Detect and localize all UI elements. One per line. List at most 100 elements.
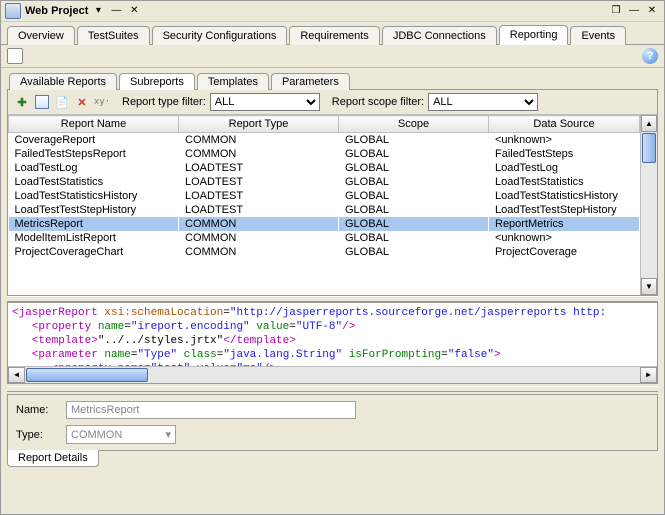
cell-ds: LoadTestLog	[489, 161, 640, 175]
toolbar: ?	[1, 45, 664, 68]
tab-reporting[interactable]: Reporting	[499, 25, 569, 45]
scroll-right-icon[interactable]: ▶	[640, 367, 657, 383]
cell-scope: GLOBAL	[339, 245, 489, 259]
xml-pane: <jasperReport xsi:schemaLocation="http:/…	[7, 302, 658, 384]
cell-type: COMMON	[179, 133, 339, 148]
table-row[interactable]: LoadTestLogLOADTESTGLOBALLoadTestLog	[9, 161, 640, 175]
tab-requirements[interactable]: Requirements	[289, 26, 379, 45]
scope-filter-select[interactable]: ALL	[428, 93, 538, 111]
type-label: Type:	[16, 429, 66, 441]
window-title: Web Project	[25, 5, 88, 17]
scroll-thumb[interactable]	[642, 133, 656, 163]
table-row[interactable]: LoadTestTestStepHistoryLOADTESTGLOBALLoa…	[9, 203, 640, 217]
cell-type: COMMON	[179, 231, 339, 245]
table-row[interactable]: ProjectCoverageChartCOMMONGLOBALProjectC…	[9, 245, 640, 259]
cell-ds: FailedTestSteps	[489, 147, 640, 161]
restore-button[interactable]: ❐	[608, 3, 624, 19]
cell-ds: ReportMetrics	[489, 217, 640, 231]
delete-icon[interactable]: ✕	[74, 94, 90, 110]
cell-ds: LoadTestStatisticsHistory	[489, 189, 640, 203]
table-row[interactable]: LoadTestStatisticsHistoryLOADTESTGLOBALL…	[9, 189, 640, 203]
xml-content[interactable]: <jasperReport xsi:schemaLocation="http:/…	[8, 303, 657, 366]
scroll-down-icon[interactable]: ▼	[641, 278, 657, 295]
copy-icon[interactable]: 📄	[54, 94, 70, 110]
cell-type: LOADTEST	[179, 189, 339, 203]
dropdown-icon[interactable]: ▾	[90, 3, 106, 19]
tab-events[interactable]: Events	[570, 26, 626, 45]
type-filter-select[interactable]: ALL	[210, 93, 320, 111]
tab-report-details[interactable]: Report Details	[7, 450, 99, 467]
cell-ds: LoadTestStatistics	[489, 175, 640, 189]
subreports-panel: ✚ 📄 ✕ xy· Report type filter: ALL Report…	[7, 89, 658, 296]
cell-scope: GLOBAL	[339, 203, 489, 217]
cell-scope: GLOBAL	[339, 161, 489, 175]
minimize-button[interactable]: —	[626, 3, 642, 19]
col-type[interactable]: Report Type	[179, 116, 339, 133]
table-wrap: Report Name Report Type Scope Data Sourc…	[8, 115, 657, 295]
cell-name: CoverageReport	[9, 133, 179, 148]
detail-form: Name: Type: COMMON▾	[7, 394, 658, 451]
scroll-left-icon[interactable]: ◀	[8, 367, 25, 383]
add-icon[interactable]: ✚	[14, 94, 30, 110]
reports-table: Report Name Report Type Scope Data Sourc…	[8, 115, 640, 259]
cell-ds: <unknown>	[489, 133, 640, 148]
tab-security[interactable]: Security Configurations	[152, 26, 288, 45]
table-row[interactable]: ModelItemListReportCOMMONGLOBAL<unknown>	[9, 231, 640, 245]
cell-scope: GLOBAL	[339, 147, 489, 161]
chevron-down-icon: ▾	[165, 428, 171, 441]
cell-ds: ProjectCoverage	[489, 245, 640, 259]
vertical-scrollbar[interactable]: ▲ ▼	[640, 115, 657, 295]
tab-overview[interactable]: Overview	[7, 26, 75, 45]
cell-scope: GLOBAL	[339, 133, 489, 148]
cell-type: COMMON	[179, 245, 339, 259]
bottom-tabs: Report Details	[1, 451, 664, 472]
table-row[interactable]: LoadTestStatisticsLOADTESTGLOBALLoadTest…	[9, 175, 640, 189]
cell-name: LoadTestTestStepHistory	[9, 203, 179, 217]
duplicate-icon[interactable]	[34, 94, 50, 110]
subtab-subreports[interactable]: Subreports	[119, 73, 195, 90]
cell-scope: GLOBAL	[339, 217, 489, 231]
name-label: Name:	[16, 404, 66, 416]
cell-name: MetricsReport	[9, 217, 179, 231]
cell-type: LOADTEST	[179, 161, 339, 175]
scroll-up-icon[interactable]: ▲	[641, 115, 657, 132]
cell-name: LoadTestStatisticsHistory	[9, 189, 179, 203]
cell-type: LOADTEST	[179, 175, 339, 189]
window: Web Project ▾ — ✕ ❐ — ✕ Overview TestSui…	[0, 0, 665, 515]
subtab-available[interactable]: Available Reports	[9, 73, 117, 90]
tab-testsuites[interactable]: TestSuites	[77, 26, 150, 45]
filterbar: ✚ 📄 ✕ xy· Report type filter: ALL Report…	[8, 90, 657, 115]
sub-tabs: Available Reports Subreports Templates P…	[1, 68, 664, 89]
col-scope[interactable]: Scope	[339, 116, 489, 133]
cell-name: LoadTestLog	[9, 161, 179, 175]
xy-icon[interactable]: xy·	[94, 94, 110, 110]
cell-type: LOADTEST	[179, 203, 339, 217]
splitter-2[interactable]	[7, 386, 658, 392]
type-combo[interactable]: COMMON▾	[66, 425, 176, 444]
tab-jdbc[interactable]: JDBC Connections	[382, 26, 497, 45]
col-name[interactable]: Report Name	[9, 116, 179, 133]
subtab-parameters[interactable]: Parameters	[271, 73, 350, 90]
cell-type: COMMON	[179, 217, 339, 231]
cell-name: FailedTestStepsReport	[9, 147, 179, 161]
table-row[interactable]: MetricsReportCOMMONGLOBALReportMetrics	[9, 217, 640, 231]
cell-name: ModelItemListReport	[9, 231, 179, 245]
xml-hscroll-thumb[interactable]	[26, 368, 148, 382]
help-icon[interactable]: ?	[642, 48, 658, 64]
cell-ds: LoadTestTestStepHistory	[489, 203, 640, 217]
tool-icon[interactable]	[7, 48, 23, 64]
table-row[interactable]: FailedTestStepsReportCOMMONGLOBALFailedT…	[9, 147, 640, 161]
table-row[interactable]: CoverageReportCOMMONGLOBAL<unknown>	[9, 133, 640, 148]
main-tabs: Overview TestSuites Security Configurati…	[1, 22, 664, 45]
titlebar: Web Project ▾ — ✕ ❐ — ✕	[1, 1, 664, 22]
type-filter-label: Report type filter:	[122, 96, 206, 108]
cell-name: ProjectCoverageChart	[9, 245, 179, 259]
app-icon	[5, 3, 21, 19]
close-button-left[interactable]: ✕	[126, 3, 142, 19]
subtab-templates[interactable]: Templates	[197, 73, 269, 90]
close-button[interactable]: ✕	[644, 3, 660, 19]
col-ds[interactable]: Data Source	[489, 116, 640, 133]
xml-hscroll[interactable]: ◀ ▶	[8, 366, 657, 383]
name-field[interactable]	[66, 401, 356, 419]
minimize-button-left[interactable]: —	[108, 3, 124, 19]
